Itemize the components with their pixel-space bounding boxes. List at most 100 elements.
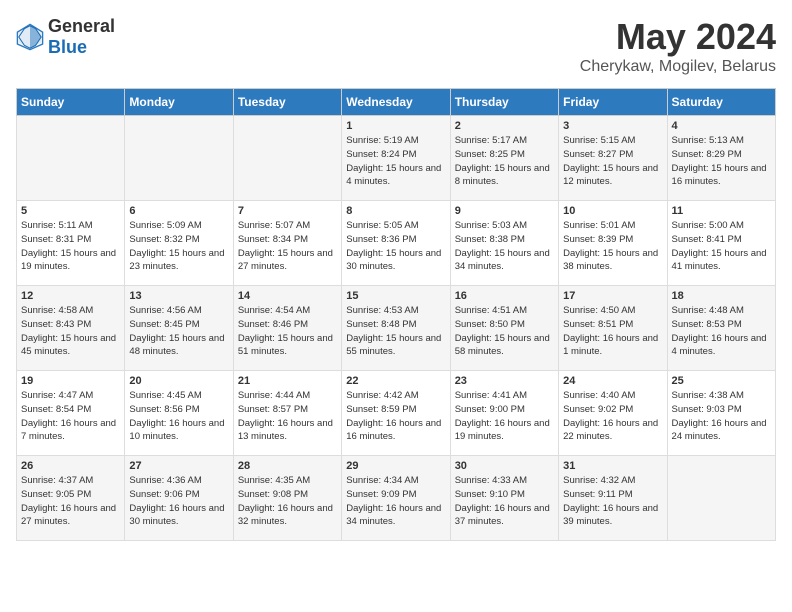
day-number: 11 bbox=[672, 205, 771, 217]
day-detail: Sunrise: 4:34 AM Sunset: 9:09 PM Dayligh… bbox=[346, 474, 445, 529]
calendar-cell: 17Sunrise: 4:50 AM Sunset: 8:51 PM Dayli… bbox=[559, 286, 667, 371]
calendar-cell: 22 Sunrise: 4:42 AM Sunset: 8:59 PM Dayli… bbox=[342, 371, 450, 456]
day-detail: Sunrise: 4:58 AM Sunset: 8:43 PM Dayligh… bbox=[21, 304, 120, 359]
calendar-cell: 11 Sunrise: 5:00 AM Sunset: 8:41 PM Dayli… bbox=[667, 201, 775, 286]
day-detail: Sunrise: 5:15 AM Sunset: 8:27 PM Dayligh… bbox=[563, 134, 662, 189]
calendar-cell: 19Sunrise: 4:47 AM Sunset: 8:54 PM Dayli… bbox=[17, 371, 125, 456]
day-detail: Sunrise: 4:51 AM Sunset: 8:50 PM Dayligh… bbox=[455, 304, 554, 359]
col-header-thursday: Thursday bbox=[450, 89, 558, 116]
logo-text: General Blue bbox=[48, 16, 115, 58]
day-detail: Sunrise: 4:48 AM Sunset: 8:53 PM Dayligh… bbox=[672, 304, 771, 359]
day-number: 4 bbox=[672, 120, 771, 132]
calendar-table: SundayMondayTuesdayWednesdayThursdayFrid… bbox=[16, 88, 776, 541]
col-header-wednesday: Wednesday bbox=[342, 89, 450, 116]
day-number: 3 bbox=[563, 120, 662, 132]
day-detail: Sunrise: 4:44 AM Sunset: 8:57 PM Dayligh… bbox=[238, 389, 337, 444]
day-number: 5 bbox=[21, 205, 120, 217]
calendar-cell: 26Sunrise: 4:37 AM Sunset: 9:05 PM Dayli… bbox=[17, 456, 125, 541]
calendar-cell: 16 Sunrise: 4:51 AM Sunset: 8:50 PM Dayli… bbox=[450, 286, 558, 371]
day-detail: Sunrise: 4:40 AM Sunset: 9:02 PM Dayligh… bbox=[563, 389, 662, 444]
day-number: 10 bbox=[563, 205, 662, 217]
day-detail: Sunrise: 4:53 AM Sunset: 8:48 PM Dayligh… bbox=[346, 304, 445, 359]
day-number: 2 bbox=[455, 120, 554, 132]
day-detail: Sunrise: 5:19 AM Sunset: 8:24 PM Dayligh… bbox=[346, 134, 445, 189]
logo-icon bbox=[16, 23, 44, 51]
logo: General Blue bbox=[16, 16, 115, 58]
calendar-cell: 30 Sunrise: 4:33 AM Sunset: 9:10 PM Dayli… bbox=[450, 456, 558, 541]
calendar-cell bbox=[17, 116, 125, 201]
calendar-cell: 4 Sunrise: 5:13 AM Sunset: 8:29 PM Daylig… bbox=[667, 116, 775, 201]
day-number: 13 bbox=[129, 290, 228, 302]
calendar-cell: 8Sunrise: 5:05 AM Sunset: 8:36 PM Daylig… bbox=[342, 201, 450, 286]
calendar-cell: 28Sunrise: 4:35 AM Sunset: 9:08 PM Dayli… bbox=[233, 456, 341, 541]
calendar-week-row: 1Sunrise: 5:19 AM Sunset: 8:24 PM Daylig… bbox=[17, 116, 776, 201]
day-number: 9 bbox=[455, 205, 554, 217]
calendar-cell: 2Sunrise: 5:17 AM Sunset: 8:25 PM Daylig… bbox=[450, 116, 558, 201]
day-number: 20 bbox=[129, 375, 228, 387]
calendar-cell bbox=[233, 116, 341, 201]
col-header-monday: Monday bbox=[125, 89, 233, 116]
calendar-cell: 31 Sunrise: 4:32 AM Sunset: 9:11 PM Dayli… bbox=[559, 456, 667, 541]
col-header-tuesday: Tuesday bbox=[233, 89, 341, 116]
calendar-title: May 2024 bbox=[580, 16, 776, 58]
day-number: 23 bbox=[455, 375, 554, 387]
day-detail: Sunrise: 5:13 AM Sunset: 8:29 PM Dayligh… bbox=[672, 134, 771, 189]
calendar-header-row: SundayMondayTuesdayWednesdayThursdayFrid… bbox=[17, 89, 776, 116]
calendar-cell: 10 Sunrise: 5:01 AM Sunset: 8:39 PM Dayli… bbox=[559, 201, 667, 286]
calendar-cell: 14 Sunrise: 4:54 AM Sunset: 8:46 PM Dayli… bbox=[233, 286, 341, 371]
calendar-cell: 3 Sunrise: 5:15 AM Sunset: 8:27 PM Daylig… bbox=[559, 116, 667, 201]
day-detail: Sunrise: 5:01 AM Sunset: 8:39 PM Dayligh… bbox=[563, 219, 662, 274]
day-detail: Sunrise: 4:41 AM Sunset: 9:00 PM Dayligh… bbox=[455, 389, 554, 444]
day-detail: Sunrise: 4:33 AM Sunset: 9:10 PM Dayligh… bbox=[455, 474, 554, 529]
day-number: 16 bbox=[455, 290, 554, 302]
day-detail: Sunrise: 4:54 AM Sunset: 8:46 PM Dayligh… bbox=[238, 304, 337, 359]
calendar-cell: 12Sunrise: 4:58 AM Sunset: 8:43 PM Dayli… bbox=[17, 286, 125, 371]
day-number: 27 bbox=[129, 460, 228, 472]
day-number: 24 bbox=[563, 375, 662, 387]
calendar-location: Cherykaw, Mogilev, Belarus bbox=[580, 58, 776, 76]
day-number: 28 bbox=[238, 460, 337, 472]
day-detail: Sunrise: 4:36 AM Sunset: 9:06 PM Dayligh… bbox=[129, 474, 228, 529]
calendar-cell bbox=[125, 116, 233, 201]
col-header-saturday: Saturday bbox=[667, 89, 775, 116]
calendar-cell bbox=[667, 456, 775, 541]
day-detail: Sunrise: 4:42 AM Sunset: 8:59 PM Dayligh… bbox=[346, 389, 445, 444]
day-number: 8 bbox=[346, 205, 445, 217]
calendar-cell: 6Sunrise: 5:09 AM Sunset: 8:32 PM Daylig… bbox=[125, 201, 233, 286]
page-header: General Blue May 2024 Cherykaw, Mogilev,… bbox=[16, 16, 776, 76]
day-number: 18 bbox=[672, 290, 771, 302]
logo-general: General bbox=[48, 16, 115, 36]
day-number: 30 bbox=[455, 460, 554, 472]
day-detail: Sunrise: 4:47 AM Sunset: 8:54 PM Dayligh… bbox=[21, 389, 120, 444]
day-number: 31 bbox=[563, 460, 662, 472]
calendar-cell: 9 Sunrise: 5:03 AM Sunset: 8:38 PM Daylig… bbox=[450, 201, 558, 286]
day-detail: Sunrise: 5:00 AM Sunset: 8:41 PM Dayligh… bbox=[672, 219, 771, 274]
day-number: 22 bbox=[346, 375, 445, 387]
day-detail: Sunrise: 5:03 AM Sunset: 8:38 PM Dayligh… bbox=[455, 219, 554, 274]
col-header-sunday: Sunday bbox=[17, 89, 125, 116]
day-number: 21 bbox=[238, 375, 337, 387]
calendar-cell: 5 Sunrise: 5:11 AM Sunset: 8:31 PM Daylig… bbox=[17, 201, 125, 286]
title-block: May 2024 Cherykaw, Mogilev, Belarus bbox=[580, 16, 776, 76]
day-detail: Sunrise: 5:11 AM Sunset: 8:31 PM Dayligh… bbox=[21, 219, 120, 274]
day-number: 14 bbox=[238, 290, 337, 302]
calendar-week-row: 12Sunrise: 4:58 AM Sunset: 8:43 PM Dayli… bbox=[17, 286, 776, 371]
calendar-cell: 15Sunrise: 4:53 AM Sunset: 8:48 PM Dayli… bbox=[342, 286, 450, 371]
calendar-week-row: 19Sunrise: 4:47 AM Sunset: 8:54 PM Dayli… bbox=[17, 371, 776, 456]
calendar-cell: 13 Sunrise: 4:56 AM Sunset: 8:45 PM Dayli… bbox=[125, 286, 233, 371]
day-number: 29 bbox=[346, 460, 445, 472]
day-number: 17 bbox=[563, 290, 662, 302]
col-header-friday: Friday bbox=[559, 89, 667, 116]
day-detail: Sunrise: 4:37 AM Sunset: 9:05 PM Dayligh… bbox=[21, 474, 120, 529]
day-detail: Sunrise: 4:56 AM Sunset: 8:45 PM Dayligh… bbox=[129, 304, 228, 359]
calendar-week-row: 26Sunrise: 4:37 AM Sunset: 9:05 PM Dayli… bbox=[17, 456, 776, 541]
day-number: 7 bbox=[238, 205, 337, 217]
calendar-cell: 18 Sunrise: 4:48 AM Sunset: 8:53 PM Dayli… bbox=[667, 286, 775, 371]
calendar-cell: 1Sunrise: 5:19 AM Sunset: 8:24 PM Daylig… bbox=[342, 116, 450, 201]
calendar-cell: 7Sunrise: 5:07 AM Sunset: 8:34 PM Daylig… bbox=[233, 201, 341, 286]
calendar-cell: 29 Sunrise: 4:34 AM Sunset: 9:09 PM Dayli… bbox=[342, 456, 450, 541]
calendar-cell: 27 Sunrise: 4:36 AM Sunset: 9:06 PM Dayli… bbox=[125, 456, 233, 541]
calendar-cell: 20Sunrise: 4:45 AM Sunset: 8:56 PM Dayli… bbox=[125, 371, 233, 456]
logo-blue: Blue bbox=[48, 37, 87, 57]
day-detail: Sunrise: 4:32 AM Sunset: 9:11 PM Dayligh… bbox=[563, 474, 662, 529]
